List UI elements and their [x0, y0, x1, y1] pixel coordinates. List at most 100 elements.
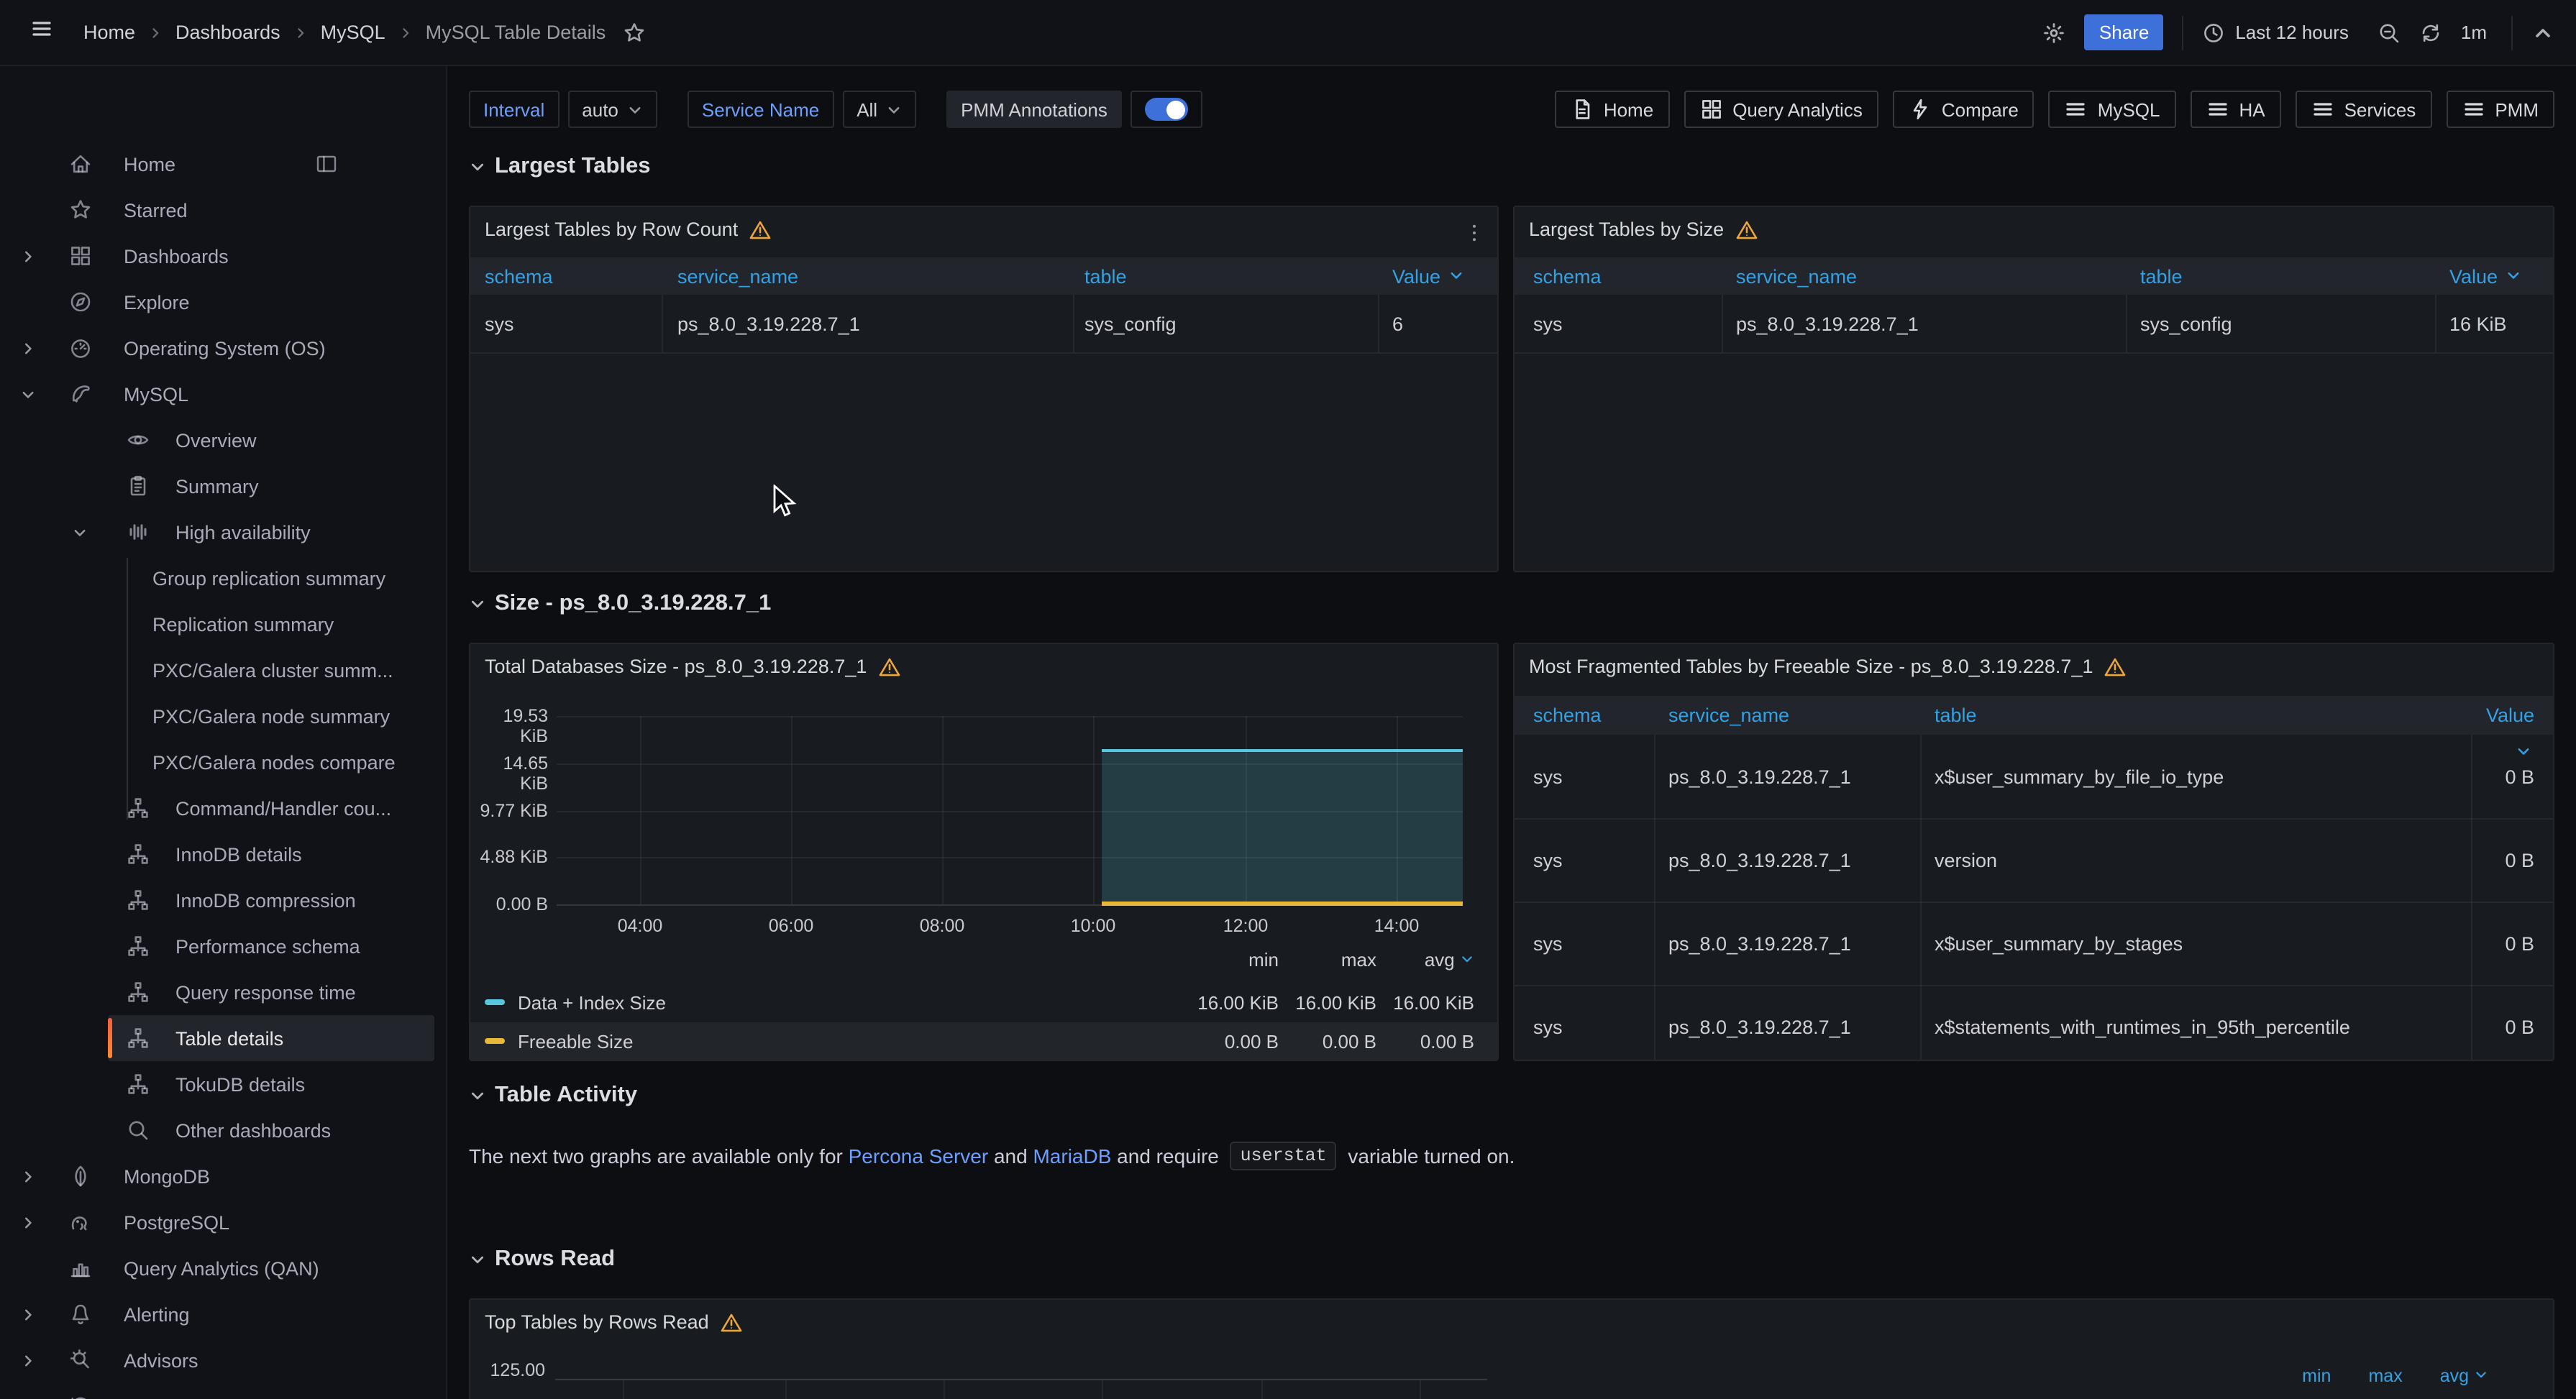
legend-stat-header-avg[interactable]: avg — [2440, 1366, 2488, 1386]
section-rows-read[interactable]: Rows Read — [469, 1247, 615, 1272]
warning-icon[interactable] — [749, 219, 771, 239]
refresh-interval-picker[interactable]: 1m — [2461, 22, 2493, 43]
column-header-value[interactable]: Value — [2486, 696, 2534, 735]
warning-icon[interactable] — [721, 1312, 742, 1332]
pmm-annotations-toggle[interactable] — [1131, 91, 1202, 128]
sidebar-item-pxc-galera-node-summary[interactable]: PXC/Galera node summary — [0, 693, 447, 739]
sidebar-item-query-response-time[interactable]: Query response time — [0, 969, 447, 1015]
elephant-icon — [69, 1211, 92, 1234]
column-header-value[interactable]: Value — [2449, 257, 2521, 295]
legend-stat-header-min[interactable]: min — [2302, 1366, 2331, 1386]
chevron-down-icon[interactable] — [72, 524, 88, 540]
refresh-icon[interactable] — [2419, 21, 2442, 44]
column-header-service_name[interactable]: service_name — [1736, 257, 1857, 295]
favorite-star-icon[interactable] — [623, 21, 646, 44]
sidebar-item-operating-system-os[interactable]: Operating System (OS) — [0, 325, 447, 371]
sidebar-item-backup[interactable]: Backup — [0, 1383, 447, 1399]
sidebar-item-advisors[interactable]: Advisors — [0, 1337, 447, 1383]
nav-button-services[interactable]: Services — [2296, 91, 2432, 128]
column-header-table[interactable]: table — [2140, 257, 2183, 295]
legend-stat-header-max[interactable]: max — [1279, 949, 1376, 978]
sidebar-item-innodb-compression[interactable]: InnoDB compression — [0, 877, 447, 923]
dashboard-settings-gear-icon[interactable] — [2043, 21, 2066, 44]
column-header-table[interactable]: table — [1084, 257, 1127, 295]
sidebar-item-tokudb-details[interactable]: TokuDB details — [0, 1061, 447, 1107]
service-name-dropdown[interactable]: All — [842, 91, 916, 128]
sidebar-item-replication-summary[interactable]: Replication summary — [0, 601, 447, 647]
sidebar-item-pxc-galera-nodes-compare[interactable]: PXC/Galera nodes compare — [0, 739, 447, 785]
sidebar-item-mysql[interactable]: MySQL — [0, 371, 447, 417]
sidebar-item-explore[interactable]: Explore — [0, 279, 447, 325]
nav-button-compare[interactable]: Compare — [1893, 91, 2034, 128]
interval-dropdown[interactable]: auto — [567, 91, 657, 128]
sidebar-item-mongodb[interactable]: MongoDB — [0, 1153, 447, 1199]
sidebar-item-innodb-details[interactable]: InnoDB details — [0, 831, 447, 877]
column-header-schema[interactable]: schema — [1533, 257, 1602, 295]
service-name-label: Service Name — [688, 91, 833, 128]
chevron-right-icon[interactable] — [20, 1352, 36, 1368]
zoom-out-icon[interactable] — [2378, 21, 2401, 44]
eye-icon — [127, 428, 150, 451]
nav-button-mysql[interactable]: MySQL — [2049, 91, 2176, 128]
panel-title[interactable]: Most Fragmented Tables by Freeable Size … — [1529, 656, 2127, 677]
column-header-schema[interactable]: schema — [485, 257, 553, 295]
panel-title[interactable]: Largest Tables by Row Count — [485, 219, 771, 240]
column-header-table[interactable]: table — [1935, 696, 1977, 735]
mariadb-link[interactable]: MariaDB — [1033, 1145, 1111, 1168]
sidebar-item-summary[interactable]: Summary — [0, 463, 447, 509]
sidebar-item-group-replication-summary[interactable]: Group replication summary — [0, 555, 447, 601]
sidebar-item-dashboards[interactable]: Dashboards — [0, 233, 447, 279]
nav-button-query-analytics[interactable]: Query Analytics — [1684, 91, 1878, 128]
breadcrumb-item[interactable]: MySQL — [321, 22, 385, 43]
sidebar-item-other-dashboards[interactable]: Other dashboards — [0, 1107, 447, 1153]
column-header-service_name[interactable]: service_name — [677, 257, 798, 295]
nav-button-ha[interactable]: HA — [2190, 91, 2280, 128]
chevron-right-icon[interactable] — [20, 1168, 36, 1184]
sidebar-item-command-handler-cou[interactable]: Command/Handler cou... — [0, 785, 447, 831]
warning-icon[interactable] — [2105, 656, 2127, 676]
warning-icon[interactable] — [1735, 219, 1757, 239]
sidebar-item-postgresql[interactable]: PostgreSQL — [0, 1199, 447, 1245]
collapse-header-caret-icon[interactable] — [2531, 21, 2554, 44]
legend-series-name[interactable]: Freeable Size — [518, 1030, 633, 1052]
panel-title[interactable]: Top Tables by Rows Read — [485, 1311, 742, 1333]
column-header-value[interactable]: Value — [1392, 257, 1463, 295]
sidebar-item-home[interactable]: Home — [0, 141, 447, 187]
section-largest-tables[interactable]: Largest Tables — [469, 154, 651, 180]
section-table-activity[interactable]: Table Activity — [469, 1083, 637, 1109]
warning-icon[interactable] — [878, 656, 900, 676]
sidebar-item-pxc-galera-cluster-summ[interactable]: PXC/Galera cluster summ... — [0, 647, 447, 693]
sidebar-item-table-details[interactable]: Table details — [0, 1015, 447, 1061]
legend-stat-header-max[interactable]: max — [2368, 1366, 2402, 1386]
legend-series-name[interactable]: Data + Index Size — [518, 991, 666, 1013]
sidebar-item-performance-schema[interactable]: Performance schema — [0, 923, 447, 969]
sidebar-item-starred[interactable]: Starred — [0, 187, 447, 233]
column-header-schema[interactable]: schema — [1533, 696, 1602, 735]
panel-menu-kebab-icon[interactable] — [1463, 221, 1486, 252]
dock-icon[interactable] — [315, 152, 338, 175]
share-button[interactable]: Share — [2085, 14, 2163, 50]
nav-button-home[interactable]: Home — [1555, 91, 1669, 128]
percona-server-link[interactable]: Percona Server — [849, 1145, 989, 1168]
panel-title[interactable]: Largest Tables by Size — [1529, 219, 1757, 240]
sidebar-item-high-availability[interactable]: High availability — [0, 509, 447, 555]
breadcrumb-item[interactable]: Home — [83, 22, 135, 43]
time-range-picker[interactable]: Last 12 hours — [2202, 21, 2359, 44]
chevron-right-icon[interactable] — [20, 340, 36, 356]
chevron-right-icon[interactable] — [20, 1214, 36, 1230]
chevron-down-icon[interactable] — [20, 386, 36, 402]
column-header-service_name[interactable]: service_name — [1668, 696, 1789, 735]
legend-stat-header-avg[interactable]: avg — [1376, 949, 1474, 978]
hamburger-menu-icon[interactable] — [30, 17, 53, 47]
nav-button-pmm[interactable]: PMM — [2446, 91, 2554, 128]
sidebar-item-overview[interactable]: Overview — [0, 417, 447, 463]
legend-stat-header-min[interactable]: min — [1181, 949, 1279, 978]
chevron-right-icon[interactable] — [20, 248, 36, 264]
section-size[interactable]: Size - ps_8.0_3.19.228.7_1 — [469, 591, 771, 617]
chevron-right-icon[interactable] — [20, 1306, 36, 1322]
sort-chevron-icon[interactable] — [2516, 740, 2531, 766]
sidebar-item-alerting[interactable]: Alerting — [0, 1291, 447, 1337]
panel-title[interactable]: Total Databases Size - ps_8.0_3.19.228.7… — [485, 656, 900, 677]
sidebar-item-query-analytics-qan[interactable]: Query Analytics (QAN) — [0, 1245, 447, 1291]
breadcrumb-item[interactable]: Dashboards — [175, 22, 280, 43]
